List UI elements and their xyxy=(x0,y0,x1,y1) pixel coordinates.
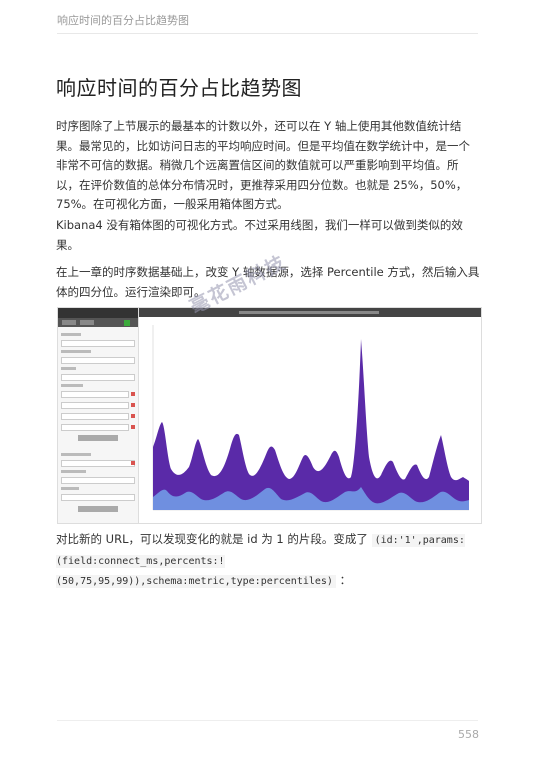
remove-icon xyxy=(131,392,135,396)
sidebar-field xyxy=(61,477,135,484)
paragraph-kibana4: Kibana4 没有箱体图的可视化方式。不过采用线图，我们一样可以做到类似的效果… xyxy=(56,218,463,252)
percentile-99-area xyxy=(153,339,469,510)
remove-icon xyxy=(131,461,135,465)
sidebar-field xyxy=(61,374,135,381)
sidebar-field xyxy=(61,460,135,467)
header-divider xyxy=(57,33,478,34)
percentile-area-chart xyxy=(152,325,469,511)
chart-canvas xyxy=(139,308,481,523)
paragraph-intro: 时序图除了上节展示的最基本的计数以外，还可以在 Y 轴上使用其他数值统计结果。最… xyxy=(56,119,470,211)
sidebar-field xyxy=(61,494,135,501)
sidebar-label xyxy=(61,384,83,387)
sidebar-label xyxy=(61,350,91,353)
footer-divider xyxy=(57,720,478,721)
url-change-text: 对比新的 URL，可以发现变化的就是 id 为 1 的片段。变成了 xyxy=(56,532,372,546)
sidebar-label xyxy=(61,453,91,456)
sidebar-label xyxy=(61,470,86,473)
chart-title-bar xyxy=(239,311,379,314)
section-title: 响应时间的百分占比趋势图 xyxy=(56,76,302,100)
remove-icon xyxy=(131,414,135,418)
sidebar-header-bar xyxy=(58,308,138,318)
apply-icon xyxy=(124,319,130,326)
url-change-suffix: ： xyxy=(335,573,352,587)
remove-icon xyxy=(131,403,135,407)
sidebar-tab xyxy=(62,320,76,325)
percentile-input xyxy=(61,402,129,409)
kibana-screenshot xyxy=(57,307,482,524)
sidebar-tab xyxy=(80,320,94,325)
chart-toolbar xyxy=(139,308,481,317)
sidebar-label xyxy=(61,367,76,370)
running-header: 响应时间的百分占比趋势图 xyxy=(57,14,189,27)
kibana-sidebar xyxy=(58,308,139,523)
add-sub-bucket-button xyxy=(78,506,118,512)
page-number: 558 xyxy=(458,728,479,741)
percentile-input xyxy=(61,413,129,420)
sidebar-label xyxy=(61,487,79,490)
percentile-input xyxy=(61,424,129,431)
sidebar-label xyxy=(61,333,81,336)
add-percent-button xyxy=(78,435,118,441)
percentile-input xyxy=(61,391,129,398)
remove-icon xyxy=(131,425,135,429)
paragraph-url-change: 对比新的 URL，可以发现变化的就是 id 为 1 的片段。变成了 (id:'1… xyxy=(56,530,480,592)
sidebar-tabs xyxy=(58,318,138,327)
sidebar-field xyxy=(61,340,135,347)
sidebar-field xyxy=(61,357,135,364)
